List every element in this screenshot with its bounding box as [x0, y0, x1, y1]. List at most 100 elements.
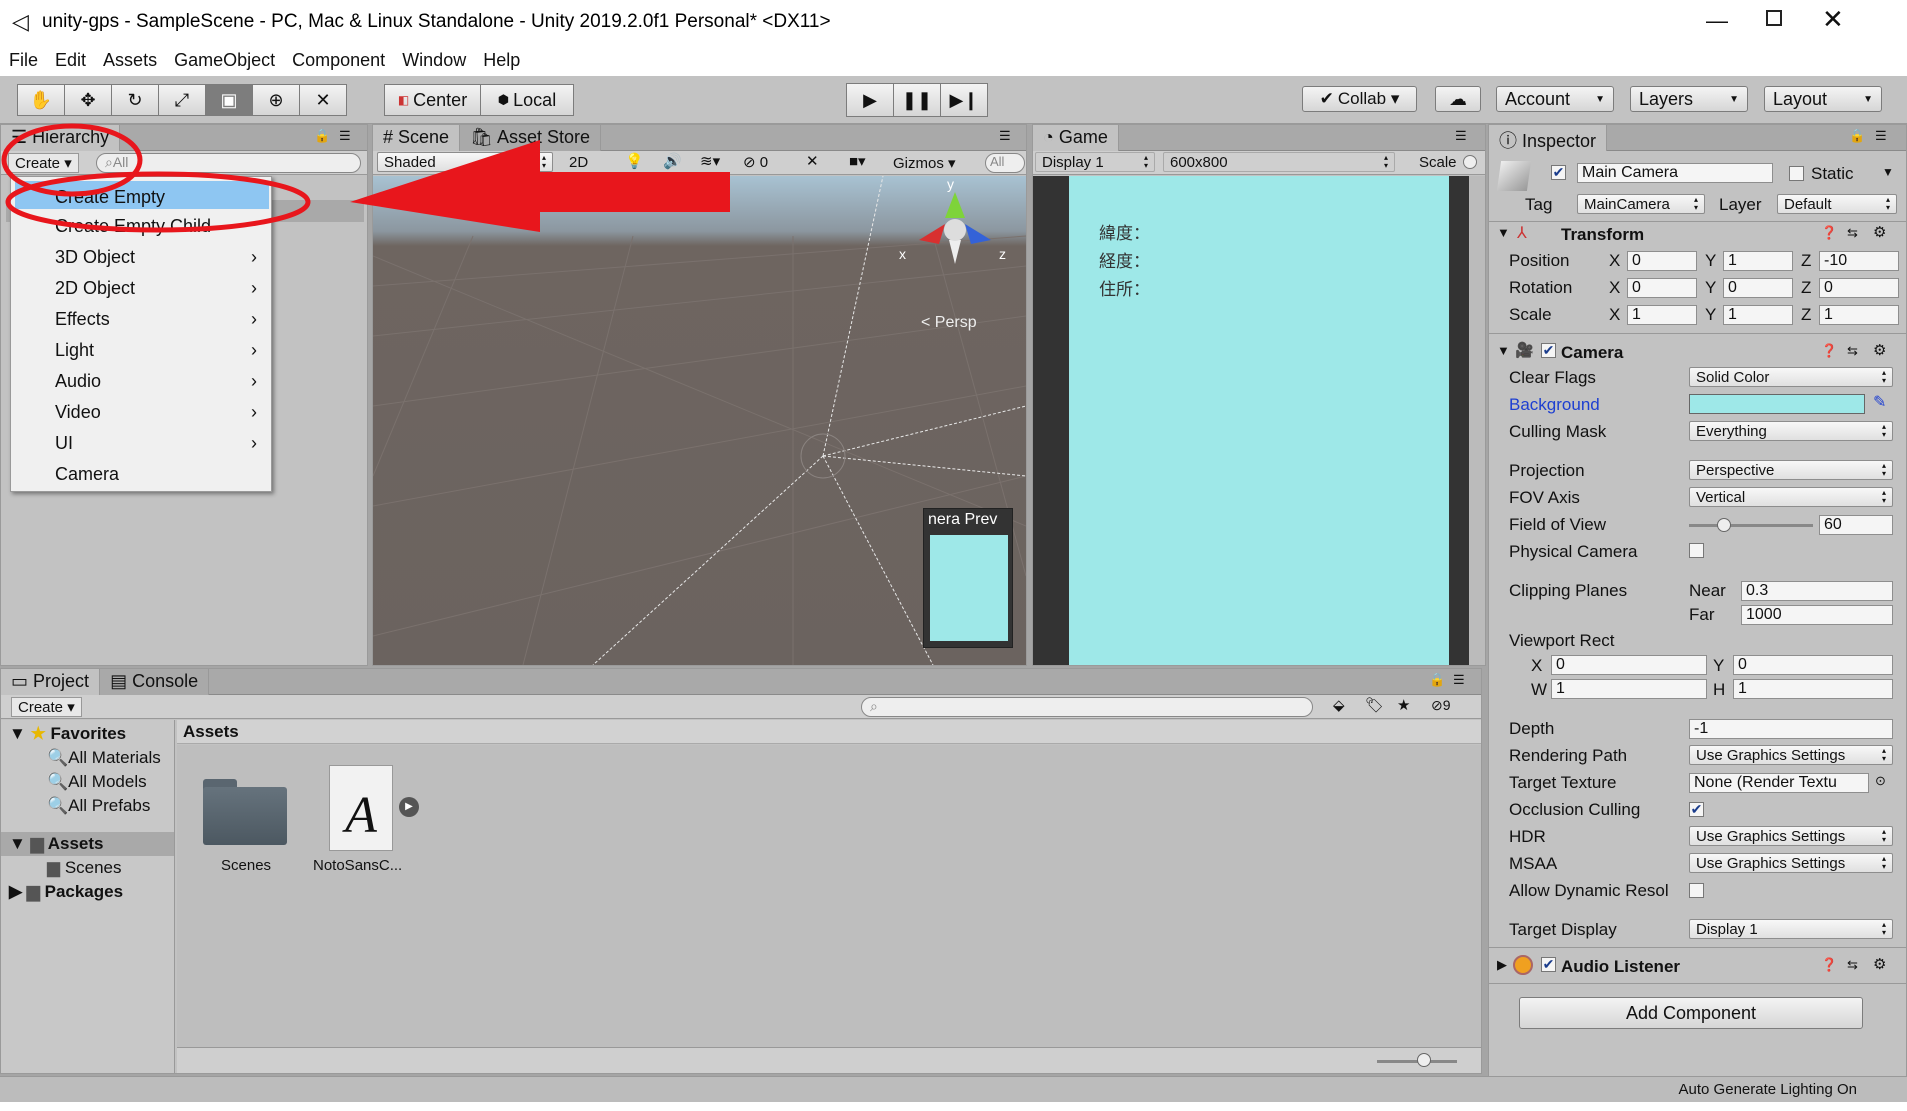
- viewport-h-field[interactable]: 1: [1733, 679, 1893, 699]
- game-viewport[interactable]: 緯度： 経度： 住所：: [1033, 176, 1485, 665]
- help-icon[interactable]: ❓: [1821, 343, 1837, 359]
- scale-y-field[interactable]: 1: [1723, 305, 1793, 325]
- collab-button[interactable]: ✔ Collab ▾: [1302, 86, 1417, 112]
- panel-menu-icon[interactable]: ☰: [1453, 672, 1465, 688]
- menu-item-light[interactable]: Light ›: [15, 336, 269, 364]
- menu-item-audio[interactable]: Audio ›: [15, 367, 269, 395]
- menu-edit[interactable]: Edit: [46, 46, 94, 71]
- close-icon[interactable]: ✕: [1822, 4, 1844, 35]
- icon-size-knob[interactable]: [1417, 1053, 1431, 1067]
- panel-menu-icon[interactable]: ☰: [1455, 128, 1467, 144]
- menu-item-video[interactable]: Video ›: [15, 398, 269, 426]
- font-asset-icon[interactable]: A: [329, 765, 393, 851]
- position-z-field[interactable]: -10: [1819, 251, 1899, 271]
- clear-flags-dropdown[interactable]: Solid Color: [1689, 367, 1893, 387]
- expand-asset-icon[interactable]: ▶: [399, 797, 419, 817]
- scale-x-field[interactable]: 1: [1627, 305, 1697, 325]
- tab-project[interactable]: ▭ Project: [1, 669, 101, 695]
- layers-dropdown[interactable]: Layers ▼: [1630, 86, 1748, 112]
- filter-type-icon[interactable]: ⬙: [1333, 696, 1345, 714]
- menu-item-effects[interactable]: Effects ›: [15, 305, 269, 333]
- game-display-dropdown[interactable]: Display 1: [1035, 152, 1155, 172]
- culling-mask-dropdown[interactable]: Everything: [1689, 421, 1893, 441]
- pause-icon[interactable]: ❚❚: [893, 83, 941, 117]
- scene-viewport[interactable]: y x z < Persp nera Prev: [373, 176, 1026, 665]
- preset-icon[interactable]: ⇆: [1847, 343, 1858, 359]
- gear-icon[interactable]: ⚙: [1873, 341, 1886, 359]
- projection-dropdown[interactable]: Perspective: [1689, 460, 1893, 480]
- foldout-icon[interactable]: ▼: [1497, 225, 1510, 240]
- viewport-w-field[interactable]: 1: [1551, 679, 1707, 699]
- object-picker-icon[interactable]: ⊙: [1875, 773, 1886, 789]
- near-field[interactable]: 0.3: [1741, 581, 1893, 601]
- layer-dropdown[interactable]: Default: [1777, 194, 1897, 214]
- hdr-dropdown[interactable]: Use Graphics Settings: [1689, 826, 1893, 846]
- object-name-field[interactable]: Main Camera: [1577, 163, 1773, 183]
- physical-camera-checkbox[interactable]: [1689, 543, 1704, 558]
- tag-dropdown[interactable]: MainCamera: [1577, 194, 1705, 214]
- menu-assets[interactable]: Assets: [94, 46, 165, 71]
- play-icon[interactable]: ▶: [846, 83, 894, 117]
- fav-all-materials[interactable]: 🔍All Materials: [47, 748, 161, 768]
- minimize-icon[interactable]: —: [1706, 8, 1728, 34]
- dynamic-resolution-checkbox[interactable]: [1689, 883, 1704, 898]
- rotation-z-field[interactable]: 0: [1819, 278, 1899, 298]
- menu-item-ui[interactable]: UI ›: [15, 429, 269, 457]
- lock-icon[interactable]: 🔒: [1429, 672, 1445, 688]
- lock-icon[interactable]: 🔒: [1849, 128, 1865, 144]
- static-dropdown-icon[interactable]: ▼: [1882, 165, 1894, 179]
- preset-icon[interactable]: ⇆: [1847, 957, 1858, 973]
- persp-label[interactable]: < Persp: [921, 314, 977, 332]
- scene-orientation-gizmo[interactable]: [915, 188, 1005, 273]
- hidden-packages-icon[interactable]: ⊘9: [1431, 697, 1451, 714]
- preset-icon[interactable]: ⇆: [1847, 225, 1858, 241]
- foldout-icon[interactable]: ▼: [1497, 343, 1510, 358]
- scene-tools-icon[interactable]: ✕: [806, 152, 819, 170]
- game-resolution-dropdown[interactable]: 600x800: [1163, 152, 1395, 172]
- add-component-button[interactable]: Add Component: [1519, 997, 1863, 1029]
- target-texture-field[interactable]: None (Render Textu: [1689, 773, 1869, 793]
- fov-field[interactable]: 60: [1819, 515, 1893, 535]
- tab-game[interactable]: ◔ Game: [1033, 125, 1119, 151]
- favorites-item[interactable]: ▼ ★ Favorites: [9, 724, 126, 744]
- assets-header[interactable]: Assets: [183, 722, 239, 742]
- layout-dropdown[interactable]: Layout ▼: [1764, 86, 1882, 112]
- tab-inspector[interactable]: ⓘ Inspector: [1489, 125, 1608, 151]
- menu-item-2d-object[interactable]: 2D Object ›: [15, 274, 269, 302]
- scene-search-input[interactable]: All: [985, 153, 1025, 173]
- scale-slider-knob[interactable]: [1463, 155, 1477, 169]
- msaa-dropdown[interactable]: Use Graphics Settings: [1689, 853, 1893, 873]
- menu-item-3d-object[interactable]: 3D Object ›: [15, 243, 269, 271]
- menu-item-camera[interactable]: Camera: [15, 460, 269, 488]
- project-create-button[interactable]: Create ▾: [11, 697, 82, 717]
- camera-icon[interactable]: ■▾: [849, 152, 866, 170]
- rotation-x-field[interactable]: 0: [1627, 278, 1697, 298]
- menu-window[interactable]: Window: [393, 46, 474, 71]
- step-icon[interactable]: ▶❙: [940, 83, 988, 117]
- maximize-icon[interactable]: [1766, 10, 1782, 26]
- packages-tree-item[interactable]: ▶ ▆ Packages: [9, 882, 123, 902]
- panel-menu-icon[interactable]: ☰: [999, 128, 1011, 144]
- fov-axis-dropdown[interactable]: Vertical: [1689, 487, 1893, 507]
- eyedropper-icon[interactable]: ✎: [1873, 392, 1886, 412]
- scenes-folder[interactable]: [203, 775, 289, 847]
- scale-z-field[interactable]: 1: [1819, 305, 1899, 325]
- tab-console[interactable]: ▤ Console: [100, 669, 210, 695]
- help-icon[interactable]: ❓: [1821, 225, 1837, 241]
- position-x-field[interactable]: 0: [1627, 251, 1697, 271]
- panel-menu-icon[interactable]: ☰: [1875, 128, 1887, 144]
- background-color-field[interactable]: [1689, 394, 1865, 414]
- rotation-y-field[interactable]: 0: [1723, 278, 1793, 298]
- audio-listener-checkbox[interactable]: ✔: [1541, 957, 1556, 972]
- viewport-x-field[interactable]: 0: [1551, 655, 1707, 675]
- menu-help[interactable]: Help: [474, 46, 528, 71]
- filter-label-icon[interactable]: 🏷: [1365, 696, 1384, 714]
- hidden-objects-icon[interactable]: ⊘ 0: [743, 153, 768, 171]
- scenes-tree-item[interactable]: ▆ Scenes: [47, 858, 122, 878]
- fov-slider-knob[interactable]: [1716, 518, 1731, 532]
- fov-slider-track[interactable]: [1689, 524, 1813, 527]
- active-checkbox[interactable]: ✔: [1551, 165, 1566, 180]
- account-dropdown[interactable]: Account ▼: [1496, 86, 1614, 112]
- fav-all-prefabs[interactable]: 🔍All Prefabs: [47, 796, 150, 816]
- menu-gameobject[interactable]: GameObject: [165, 46, 283, 71]
